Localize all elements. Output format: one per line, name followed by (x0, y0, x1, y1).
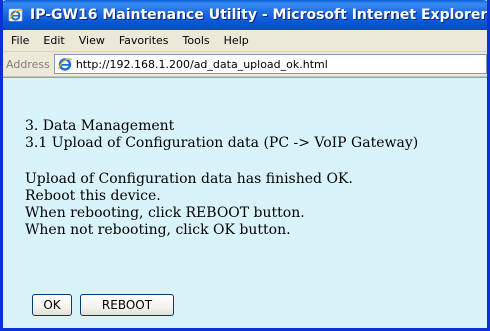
menu-bar: File Edit View Favorites Tools Help (3, 30, 487, 52)
subsection-heading: 3.1 Upload of Configuration data (PC -> … (25, 135, 419, 151)
address-label: Address (6, 57, 50, 71)
browser-window: IP-GW16 Maintenance Utility - Microsoft … (0, 0, 490, 331)
action-buttons: OK REBOOT (32, 294, 174, 316)
menu-favorites[interactable]: Favorites (112, 31, 176, 50)
address-input[interactable]: http://192.168.1.200/ad_data_upload_ok.h… (53, 54, 487, 74)
address-url: http://192.168.1.200/ad_data_upload_ok.h… (75, 57, 328, 71)
message-line: When rebooting, click REBOOT button. (25, 205, 305, 221)
page-content: 3. Data Management 3.1 Upload of Configu… (3, 77, 487, 328)
ie-page-icon (57, 56, 73, 72)
section-heading: 3. Data Management (25, 118, 175, 134)
title-bar[interactable]: IP-GW16 Maintenance Utility - Microsoft … (3, 0, 488, 30)
ie-app-icon (8, 7, 24, 23)
message-line: Reboot this device. (25, 188, 161, 204)
menu-view[interactable]: View (72, 31, 112, 50)
reboot-button[interactable]: REBOOT (80, 294, 174, 316)
status-messages: Upload of Configuration data has finishe… (25, 171, 353, 239)
section-headings: 3. Data Management 3.1 Upload of Configu… (25, 118, 418, 152)
address-bar: Address http://192.168.1.200/ad_data_upl… (3, 52, 487, 77)
message-line: When not rebooting, click OK button. (25, 222, 291, 238)
menu-tools[interactable]: Tools (176, 31, 217, 50)
message-line: Upload of Configuration data has finishe… (25, 171, 353, 187)
menu-help[interactable]: Help (217, 31, 256, 50)
menu-file[interactable]: File (3, 31, 36, 50)
window-title: IP-GW16 Maintenance Utility - Microsoft … (30, 7, 488, 23)
menu-edit[interactable]: Edit (36, 31, 71, 50)
ok-button[interactable]: OK (32, 294, 72, 316)
